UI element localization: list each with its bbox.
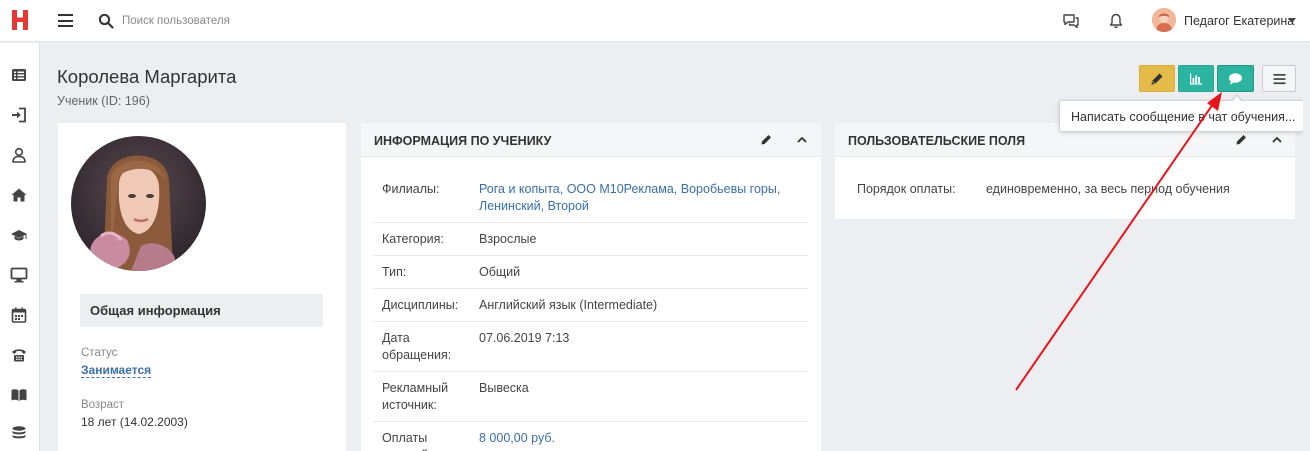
- page-subtitle: Ученик (ID: 196): [57, 94, 150, 108]
- chevron-down-icon[interactable]: [1288, 18, 1296, 23]
- info-value: Вывеска: [479, 381, 529, 395]
- info-label: Филиалы:: [382, 182, 440, 196]
- info-value: Английский язык (Intermediate): [479, 298, 658, 312]
- user-name[interactable]: Педагог Екатерина: [1184, 14, 1294, 28]
- sidebar-item-user[interactable]: [10, 146, 28, 164]
- statistics-button[interactable]: [1178, 65, 1214, 92]
- info-label: Дата обращения:: [382, 331, 452, 362]
- profile-photo: [71, 136, 206, 271]
- custom-fields-panel: ПОЛЬЗОВАТЕЛЬСКИЕ ПОЛЯ Порядок оплаты: ед…: [835, 123, 1295, 219]
- info-label: Категория:: [382, 232, 444, 246]
- status-label: Статус: [81, 347, 118, 359]
- info-value: Общий: [479, 265, 521, 279]
- speech-bubble-icon: [1229, 72, 1242, 85]
- student-info-panel: ИНФОРМАЦИЯ ПО УЧЕНИКУ Филиалы: Рога и ко…: [361, 123, 821, 451]
- sidebar: [0, 43, 40, 451]
- panel-header: ИНФОРМАЦИЯ ПО УЧЕНИКУ: [361, 123, 821, 157]
- sidebar-item-book[interactable]: [10, 386, 28, 404]
- info-value: Рога и копыта, ООО М10Реклама, Воробьевы…: [479, 181, 799, 215]
- info-row: Категория: Взрослые: [373, 223, 807, 256]
- status-value-link[interactable]: Занимается: [81, 363, 152, 378]
- user-avatar[interactable]: [1152, 8, 1176, 32]
- payment-order-label: Порядок оплаты:: [857, 182, 956, 196]
- panel-title: ИНФОРМАЦИЯ ПО УЧЕНИКУ: [374, 134, 552, 148]
- chat-tooltip: Написать сообщение в чат обучения...: [1059, 100, 1304, 132]
- sidebar-item-list[interactable]: [10, 66, 28, 84]
- more-actions-button[interactable]: [1262, 65, 1296, 92]
- chat-icon[interactable]: [1062, 12, 1080, 30]
- payments-link[interactable]: 8 000,00 руб.: [479, 431, 555, 445]
- tooltip-arrow-inner: [1232, 95, 1242, 102]
- info-label: Оплаты занятий:: [382, 431, 432, 451]
- top-bar: Педагог Екатерина: [0, 0, 1310, 42]
- info-row: Тип: Общий: [373, 256, 807, 289]
- info-row: Дата обращения: 07.06.2019 7:13: [373, 322, 807, 372]
- branches-link[interactable]: Рога и копыта, ООО М10Реклама, Воробьевы…: [479, 182, 780, 213]
- sidebar-item-graduation-cap[interactable]: [10, 226, 28, 244]
- info-value: 8 000,00 руб.: [479, 430, 799, 451]
- bar-chart-icon: [1190, 73, 1202, 84]
- edit-button[interactable]: [1139, 65, 1175, 92]
- sidebar-item-phone[interactable]: [10, 346, 28, 364]
- sidebar-item-monitor[interactable]: [10, 266, 28, 284]
- pencil-icon[interactable]: [1233, 132, 1249, 148]
- info-row: Оплаты занятий: 8 000,00 руб.: [373, 422, 807, 451]
- section-general-info: Общая информация: [80, 294, 323, 327]
- info-row: Дисциплины: Английский язык (Intermediat…: [373, 289, 807, 322]
- scrollbar[interactable]: [1303, 43, 1310, 451]
- page-title: Королева Маргарита: [57, 66, 237, 87]
- chevron-up-icon[interactable]: [1269, 132, 1285, 148]
- search-input[interactable]: [122, 11, 422, 31]
- notifications-bell-icon[interactable]: [1107, 12, 1125, 30]
- app-logo[interactable]: [10, 8, 30, 32]
- age-value: 18 лет (14.02.2003): [81, 415, 188, 429]
- panel-title: ПОЛЬЗОВАТЕЛЬСКИЕ ПОЛЯ: [848, 134, 1026, 148]
- info-label: Дисциплины:: [382, 298, 459, 312]
- info-value: 07.06.2019 7:13: [479, 331, 570, 345]
- profile-card: Общая информация Статус Занимается Возра…: [58, 123, 346, 451]
- pencil-icon: [1151, 73, 1163, 84]
- info-label: Рекламный источник:: [382, 381, 449, 412]
- info-label: Тип:: [382, 265, 407, 279]
- info-row: Филиалы: Рога и копыта, ООО М10Реклама, …: [373, 171, 807, 223]
- info-value: Взрослые: [479, 232, 537, 246]
- menu-toggle-button[interactable]: [58, 14, 73, 27]
- sidebar-item-sign-in[interactable]: [10, 106, 28, 124]
- write-chat-message-button[interactable]: [1217, 65, 1254, 92]
- sidebar-item-coins[interactable]: [10, 424, 28, 442]
- menu-icon: [1273, 73, 1285, 84]
- search-icon: [98, 13, 114, 29]
- sidebar-item-calendar[interactable]: [10, 306, 28, 324]
- student-info-table: Филиалы: Рога и копыта, ООО М10Реклама, …: [373, 171, 807, 451]
- pencil-icon[interactable]: [758, 132, 774, 148]
- payment-order-value: единовременно, за весь период обучения: [986, 182, 1230, 196]
- chevron-up-icon[interactable]: [794, 132, 810, 148]
- age-label: Возраст: [81, 399, 125, 411]
- sidebar-item-home[interactable]: [10, 186, 28, 204]
- info-row: Рекламный источник: Вывеска: [373, 372, 807, 422]
